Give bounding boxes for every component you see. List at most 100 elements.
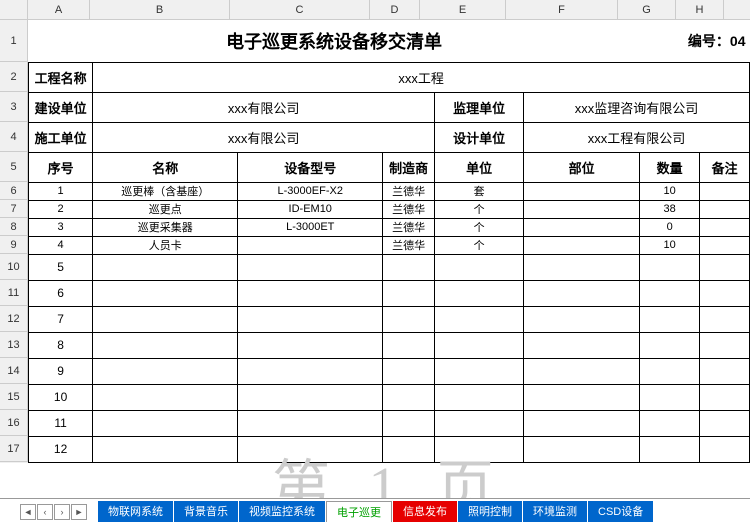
row-header-8[interactable]: 8: [0, 218, 28, 236]
cell-empty[interactable]: [238, 280, 383, 306]
cell-empty[interactable]: [93, 410, 238, 436]
cell-empty[interactable]: [524, 358, 640, 384]
sheet-tab[interactable]: CSD设备: [588, 501, 653, 522]
row-header-9[interactable]: 9: [0, 236, 28, 254]
cell-empty[interactable]: [640, 280, 700, 306]
cell-idx[interactable]: 1: [29, 182, 93, 200]
sheet-tab[interactable]: 视频监控系统: [239, 501, 325, 522]
cell-name[interactable]: 巡更点: [93, 200, 238, 218]
cell-qty[interactable]: 38: [640, 200, 700, 218]
cell-empty[interactable]: [524, 280, 640, 306]
sheet-tab[interactable]: 电子巡更: [326, 501, 392, 522]
col-header-D[interactable]: D: [370, 0, 420, 19]
cell-empty[interactable]: [435, 358, 524, 384]
col-header-H[interactable]: H: [676, 0, 724, 19]
cell-rem[interactable]: [700, 236, 750, 254]
th-name[interactable]: 名称: [93, 152, 238, 182]
cell-empty[interactable]: [383, 410, 435, 436]
cell-idx[interactable]: 8: [29, 332, 93, 358]
select-all-cell[interactable]: [0, 0, 28, 19]
cell-model[interactable]: ID-EM10: [238, 200, 383, 218]
cell-empty[interactable]: [700, 306, 750, 332]
cell-empty[interactable]: [435, 254, 524, 280]
cell-empty[interactable]: [93, 384, 238, 410]
sheet-tab[interactable]: 照明控制: [458, 501, 522, 522]
th-rem[interactable]: 备注: [700, 152, 750, 182]
cell-empty[interactable]: [93, 280, 238, 306]
row-header-13[interactable]: 13: [0, 332, 28, 358]
cell-empty[interactable]: [435, 410, 524, 436]
cell-empty[interactable]: [93, 436, 238, 462]
row-header-7[interactable]: 7: [0, 200, 28, 218]
cell-empty[interactable]: [700, 332, 750, 358]
cell-qty[interactable]: 10: [640, 182, 700, 200]
cell-empty[interactable]: [93, 306, 238, 332]
cell-empty[interactable]: [93, 332, 238, 358]
row-header-5[interactable]: 5: [0, 152, 28, 182]
cell-unit[interactable]: 个: [435, 218, 524, 236]
cell-empty[interactable]: [93, 358, 238, 384]
cell-empty[interactable]: [640, 254, 700, 280]
cell-empty[interactable]: [435, 306, 524, 332]
row-header-17[interactable]: 17: [0, 436, 28, 462]
cell-idx[interactable]: 5: [29, 254, 93, 280]
cell-idx[interactable]: 4: [29, 236, 93, 254]
cell-idx[interactable]: 3: [29, 218, 93, 236]
cell-name[interactable]: 人员卡: [93, 236, 238, 254]
row-header-1[interactable]: 1: [0, 20, 28, 62]
cell-empty[interactable]: [524, 332, 640, 358]
cell-name[interactable]: 巡更采集器: [93, 218, 238, 236]
cell-empty[interactable]: [93, 254, 238, 280]
th-mfr[interactable]: 制造商: [383, 152, 435, 182]
th-unit[interactable]: 单位: [435, 152, 524, 182]
tab-last-icon[interactable]: ►: [71, 504, 87, 520]
sheet-tab[interactable]: 信息发布: [393, 501, 457, 522]
cell-empty[interactable]: [383, 332, 435, 358]
value-designer[interactable]: xxx工程有限公司: [524, 122, 750, 152]
cell-empty[interactable]: [435, 384, 524, 410]
row-header-10[interactable]: 10: [0, 254, 28, 280]
cell-empty[interactable]: [640, 436, 700, 462]
cell-empty[interactable]: [700, 410, 750, 436]
cell-empty[interactable]: [383, 436, 435, 462]
cell-empty[interactable]: [435, 436, 524, 462]
value-constructor[interactable]: xxx有限公司: [93, 122, 435, 152]
cell-name[interactable]: 巡更棒（含基座）: [93, 182, 238, 200]
label-project[interactable]: 工程名称: [29, 62, 93, 92]
cell-empty[interactable]: [238, 384, 383, 410]
cell-idx[interactable]: 12: [29, 436, 93, 462]
cell-qty[interactable]: 10: [640, 236, 700, 254]
cell-empty[interactable]: [700, 280, 750, 306]
tab-first-icon[interactable]: ◄: [20, 504, 36, 520]
cell-empty[interactable]: [640, 306, 700, 332]
row-header-6[interactable]: 6: [0, 182, 28, 200]
value-project[interactable]: xxx工程: [93, 62, 750, 92]
cell-model[interactable]: L-3000ET: [238, 218, 383, 236]
document-code[interactable]: 编号：04: [640, 20, 750, 62]
cell-idx[interactable]: 6: [29, 280, 93, 306]
row-header-4[interactable]: 4: [0, 122, 28, 152]
cell-empty[interactable]: [700, 384, 750, 410]
row-header-16[interactable]: 16: [0, 410, 28, 436]
col-header-C[interactable]: C: [230, 0, 370, 19]
cell-idx[interactable]: 11: [29, 410, 93, 436]
col-header-G[interactable]: G: [618, 0, 676, 19]
cell-empty[interactable]: [383, 384, 435, 410]
cell-qty[interactable]: 0: [640, 218, 700, 236]
cell-empty[interactable]: [524, 306, 640, 332]
row-header-11[interactable]: 11: [0, 280, 28, 306]
col-header-A[interactable]: A: [28, 0, 90, 19]
th-model[interactable]: 设备型号: [238, 152, 383, 182]
label-builder[interactable]: 建设单位: [29, 92, 93, 122]
cell-empty[interactable]: [524, 410, 640, 436]
cell-idx[interactable]: 9: [29, 358, 93, 384]
sheet-tab[interactable]: 物联网系统: [98, 501, 173, 522]
label-supervisor[interactable]: 监理单位: [435, 92, 524, 122]
cell-empty[interactable]: [524, 436, 640, 462]
cell-mfr[interactable]: 兰德华: [383, 218, 435, 236]
sheet-tab[interactable]: 环境监测: [523, 501, 587, 522]
cell-empty[interactable]: [640, 410, 700, 436]
row-header-15[interactable]: 15: [0, 384, 28, 410]
cell-idx[interactable]: 7: [29, 306, 93, 332]
value-supervisor[interactable]: xxx监理咨询有限公司: [524, 92, 750, 122]
